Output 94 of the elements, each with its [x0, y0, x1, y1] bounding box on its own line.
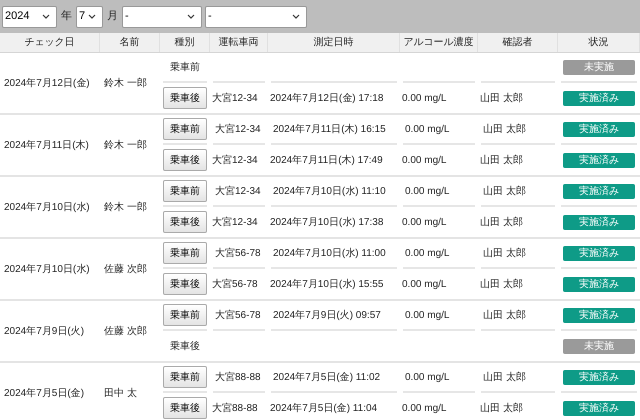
- datetime-text: 2024年7月10日(水) 15:55: [270, 278, 384, 292]
- month-label: 月: [106, 9, 119, 24]
- dropdown[interactable]: -: [205, 6, 307, 28]
- alcohol-text: 0.00 mg/L: [402, 154, 446, 168]
- date-text: 2024年7月5日(金): [4, 386, 84, 400]
- date-text: 2024年7月10日(水): [4, 262, 90, 276]
- name-text: 佐藤 次郎: [104, 324, 147, 338]
- status-badge: 実施済み: [563, 370, 635, 384]
- vehicle-text: 大宮12-34: [212, 154, 258, 168]
- datetime-text: 2024年7月11日(木) 16:15: [273, 122, 386, 136]
- column-header: チェック日: [0, 33, 100, 52]
- datetime-text: 2024年7月9日(火) 09:57: [273, 308, 381, 322]
- name-text: 鈴木 一郎: [104, 76, 147, 90]
- status-badge: 実施済み: [563, 214, 635, 230]
- year-label: 年: [60, 9, 73, 24]
- check-type-button[interactable]: 乗車前: [163, 366, 207, 388]
- date-text: 2024年7月11日(木): [4, 138, 89, 152]
- name-text: 鈴木 一郎: [104, 200, 147, 214]
- date-text: 2024年7月9日(火): [4, 324, 84, 338]
- check-type-button[interactable]: 乗車後: [163, 87, 207, 109]
- status-badge: 実施済み: [563, 276, 635, 292]
- datetime-text: 2024年7月10日(水) 17:38: [270, 216, 384, 230]
- checker-text: 山田 太郎: [480, 154, 523, 168]
- name-text: 田中 太: [104, 386, 137, 400]
- chevron-down-icon: [42, 14, 50, 19]
- date-text: 2024年7月12日(金): [4, 76, 90, 90]
- dropdown[interactable]: 2024: [2, 6, 57, 28]
- vehicle-text: 大宮88-88: [215, 370, 261, 384]
- column-header: 種別: [160, 33, 210, 52]
- vehicle-text: 大宮12-34: [212, 92, 258, 106]
- checker-text: 山田 太郎: [483, 122, 526, 136]
- check-type-button[interactable]: 乗車前: [163, 242, 207, 264]
- datetime-text: 2024年7月5日(金) 11:02: [273, 370, 380, 384]
- name-text: 鈴木 一郎: [104, 138, 147, 152]
- status-badge: 実施済み: [563, 152, 635, 168]
- check-type-label: 乗車前: [170, 60, 200, 74]
- check-type-label: 乗車後: [170, 340, 200, 354]
- check-type-button[interactable]: 乗車後: [163, 211, 207, 233]
- vehicle-text: 大宮12-34: [212, 216, 258, 230]
- alcohol-text: 0.00 mg/L: [405, 246, 450, 260]
- status-badge: 実施済み: [563, 400, 635, 416]
- checker-text: 山田 太郎: [483, 308, 526, 322]
- check-type-button[interactable]: 乗車後: [163, 273, 207, 295]
- vehicle-text: 大宮12-34: [215, 122, 261, 136]
- datetime-text: 2024年7月11日(木) 17:49: [270, 154, 383, 168]
- checker-text: 山田 太郎: [480, 402, 523, 416]
- chevron-down-icon: [187, 14, 195, 19]
- column-header: アルコール濃度: [400, 33, 478, 52]
- column-header: 測定日時: [268, 33, 400, 52]
- column-header: 確認者: [478, 33, 558, 52]
- alcohol-text: 0.00 mg/L: [402, 278, 446, 292]
- datetime-text: 2024年7月5日(金) 11:04: [270, 402, 378, 416]
- checker-text: 山田 太郎: [483, 184, 526, 198]
- alcohol-text: 0.00 mg/L: [405, 370, 450, 384]
- status-badge: 実施済み: [563, 308, 635, 322]
- vehicle-text: 大宮56-78: [212, 278, 258, 292]
- check-type-button[interactable]: 乗車前: [163, 304, 207, 326]
- chevron-down-icon: [88, 14, 96, 19]
- name-text: 佐藤 次郎: [104, 262, 147, 276]
- alcohol-text: 0.00 mg/L: [405, 122, 450, 136]
- check-type-button[interactable]: 乗車後: [163, 149, 207, 171]
- datetime-text: 2024年7月10日(水) 11:10: [273, 184, 386, 198]
- checker-text: 山田 太郎: [483, 370, 526, 384]
- check-type-button[interactable]: 乗車前: [163, 118, 207, 140]
- date-text: 2024年7月10日(水): [4, 200, 90, 214]
- status-badge: 実施済み: [563, 90, 635, 106]
- alcohol-text: 0.00 mg/L: [402, 92, 446, 106]
- checker-text: 山田 太郎: [483, 246, 526, 260]
- datetime-text: 2024年7月10日(水) 11:00: [273, 246, 386, 260]
- checker-text: 山田 太郎: [480, 92, 523, 106]
- vehicle-text: 大宮56-78: [215, 308, 261, 322]
- datetime-text: 2024年7月12日(金) 17:18: [270, 92, 384, 106]
- alcohol-text: 0.00 mg/L: [405, 184, 450, 198]
- status-badge: 実施済み: [563, 122, 635, 136]
- check-type-button[interactable]: 乗車後: [163, 397, 207, 419]
- vehicle-text: 大宮88-88: [212, 402, 258, 416]
- alcohol-text: 0.00 mg/L: [405, 308, 450, 322]
- alcohol-text: 0.00 mg/L: [402, 216, 446, 230]
- status-badge: 実施済み: [563, 184, 635, 198]
- vehicle-text: 大宮56-78: [215, 246, 261, 260]
- column-header: 運転車両: [210, 33, 268, 52]
- dropdown[interactable]: -: [122, 6, 202, 28]
- alcohol-text: 0.00 mg/L: [402, 402, 446, 416]
- status-badge: 未実施: [563, 338, 635, 354]
- status-badge: 未実施: [563, 60, 635, 74]
- status-badge: 実施済み: [563, 246, 635, 260]
- column-header: 状況: [558, 33, 640, 52]
- checker-text: 山田 太郎: [480, 278, 523, 292]
- check-type-button[interactable]: 乗車前: [163, 180, 207, 202]
- column-header: 名前: [100, 33, 160, 52]
- checker-text: 山田 太郎: [480, 216, 523, 230]
- dropdown[interactable]: 7: [76, 6, 103, 28]
- chevron-down-icon: [292, 14, 300, 19]
- vehicle-text: 大宮12-34: [215, 184, 261, 198]
